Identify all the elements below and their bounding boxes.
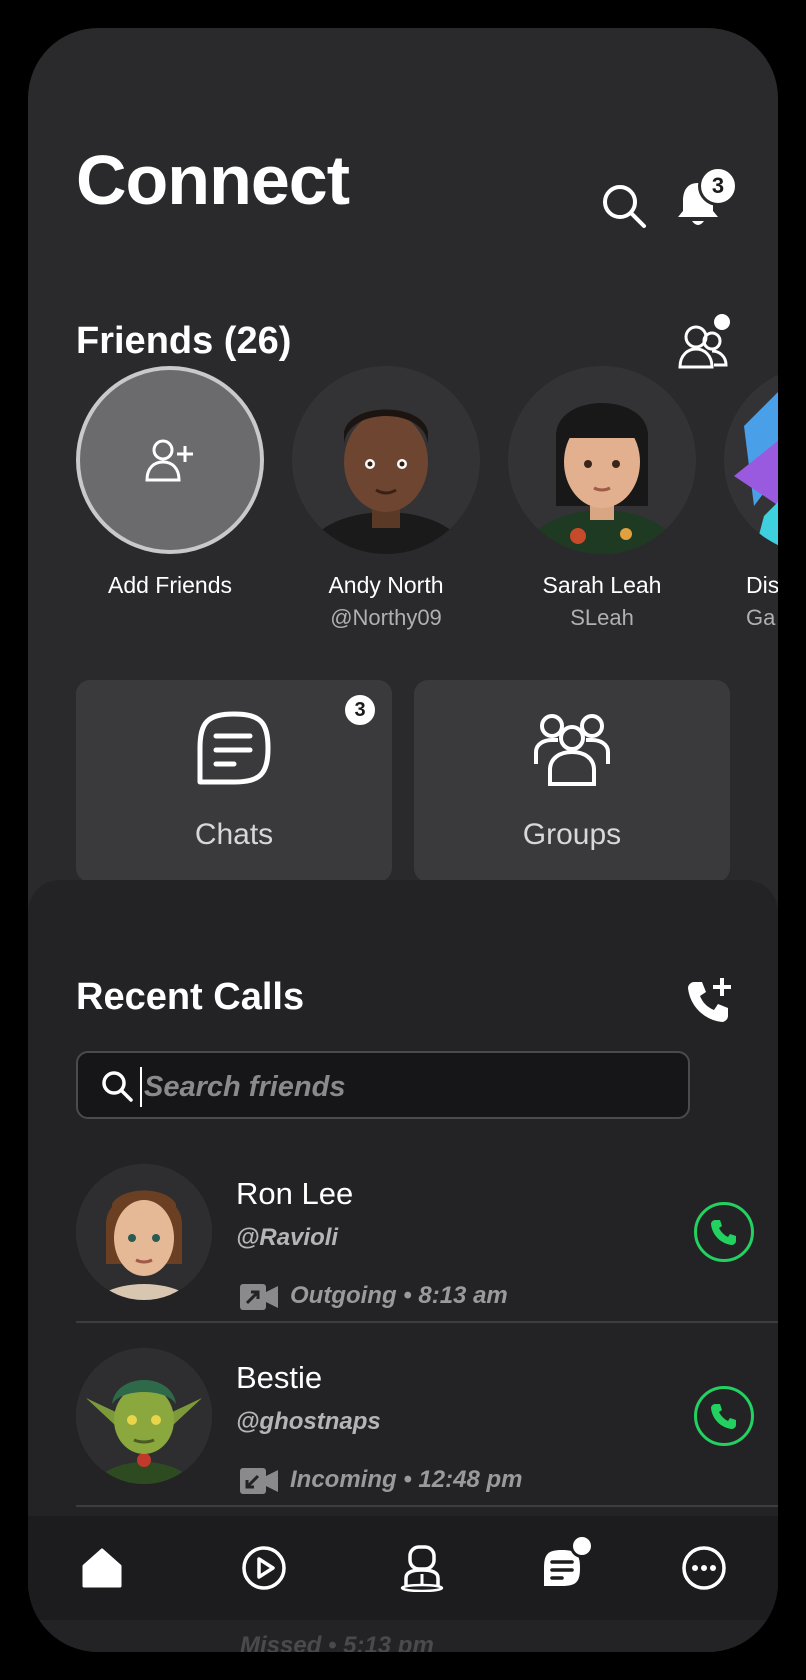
add-call-button[interactable] (680, 972, 736, 1028)
text-caret (140, 1067, 142, 1107)
caller-handle: @Ravioli (236, 1224, 339, 1251)
recent-calls-title: Recent Calls (76, 976, 305, 1018)
chats-nav-dot (570, 1534, 594, 1558)
friends-indicator-dot (714, 314, 730, 330)
groups-tile[interactable]: Groups (414, 680, 730, 882)
groups-label: Groups (522, 818, 622, 851)
caller-handle: @ghostnaps (236, 1408, 381, 1435)
outgoing-video-call-icon (240, 1284, 278, 1310)
avatar[interactable] (724, 366, 778, 554)
friend-item[interactable]: Dis Ga (722, 366, 778, 631)
friend-handle: Ga (746, 605, 776, 630)
friends-carousel[interactable]: Add Friends Andy North @Northy09 Sarah L… (76, 366, 778, 666)
chats-tile[interactable]: 3 Chats (76, 680, 392, 882)
row-divider (76, 1505, 778, 1507)
nav-home[interactable] (72, 1538, 132, 1598)
add-friends-circle[interactable] (76, 366, 264, 554)
call-meta: Incoming • 12:48 pm (290, 1466, 523, 1493)
friends-title: Friends (26) (76, 320, 292, 362)
search-icon (102, 1071, 133, 1102)
nav-avatar[interactable] (392, 1538, 452, 1598)
play-icon (242, 1546, 286, 1590)
nav-more[interactable] (674, 1538, 734, 1598)
chats-label: Chats (194, 818, 274, 851)
search-placeholder: Search friends (144, 1071, 346, 1103)
call-row[interactable]: Ron Lee @Ravioli Outgoing • 8:13 am (76, 1154, 778, 1336)
add-friends-label: Add Friends (107, 572, 232, 598)
friend-name: Andy North (328, 572, 444, 598)
home-icon (82, 1548, 122, 1588)
call-button[interactable] (694, 1386, 754, 1446)
friend-name: Dis (746, 572, 778, 598)
friend-item[interactable]: Andy North @Northy09 (290, 366, 482, 631)
search-input[interactable]: Search friends (76, 1051, 690, 1119)
caller-name: Bestie (236, 1360, 323, 1395)
incoming-video-call-icon (240, 1468, 278, 1494)
add-friends-item[interactable]: Add Friends (74, 366, 266, 599)
more-icon (682, 1546, 726, 1590)
avatar[interactable] (292, 366, 480, 554)
page-title: Connect (76, 141, 350, 219)
phone-icon (711, 1404, 736, 1429)
friend-handle: @Northy09 (330, 605, 442, 630)
friend-name: Sarah Leah (542, 572, 662, 598)
avatar-icon (400, 1545, 444, 1592)
search-icon[interactable] (596, 178, 652, 234)
friend-handle: SLeah (570, 605, 634, 630)
groups-icon (534, 714, 610, 786)
avatar[interactable] (76, 1348, 212, 1484)
nav-play[interactable] (234, 1538, 294, 1598)
friend-item[interactable]: Sarah Leah SLeah (506, 366, 698, 631)
call-button[interactable] (694, 1202, 754, 1262)
avatar[interactable] (508, 366, 696, 554)
caller-name: Ron Lee (236, 1176, 354, 1211)
notifications-badge: 3 (698, 166, 738, 206)
phone-plus-icon (688, 978, 731, 1022)
add-user-icon (145, 439, 193, 482)
call-meta: Outgoing • 8:13 am (290, 1282, 508, 1309)
chat-icon (197, 711, 271, 785)
phone-screen: Connect 3 Friends (26) Add Friends Andy … (28, 28, 778, 1652)
row-divider (76, 1321, 778, 1323)
avatar[interactable] (76, 1164, 212, 1300)
call-row[interactable]: Bestie @ghostnaps Incoming • 12:48 pm (76, 1338, 778, 1520)
call-row-hidden: Missed • 5:13 pm (240, 1632, 434, 1652)
chats-badge: 3 (342, 692, 378, 728)
phone-icon (711, 1220, 736, 1245)
